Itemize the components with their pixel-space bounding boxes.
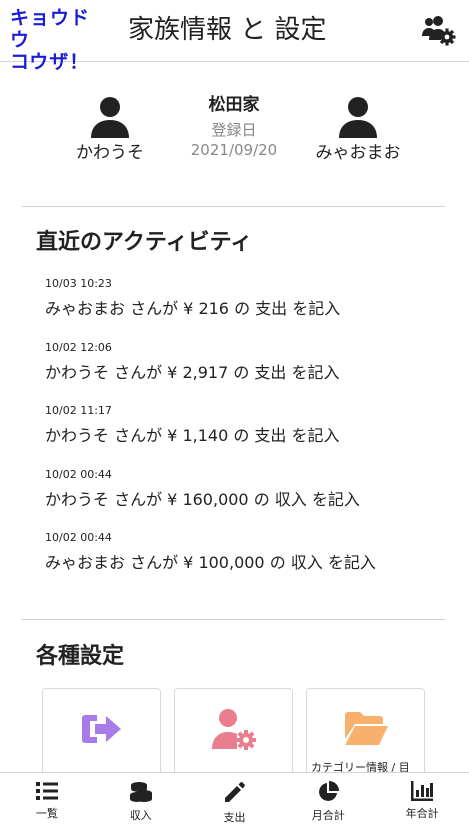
nav-item-expense[interactable]: 支出	[188, 773, 282, 833]
user-icon	[91, 97, 129, 138]
nav-item-monthly-total[interactable]: 月合計	[281, 773, 375, 833]
nav-label: 収入	[129, 809, 152, 822]
nav-item-income[interactable]: 収入	[94, 773, 188, 833]
activity-text: みゃおまお さんが ¥ 216 の 支出 を記入	[45, 299, 341, 318]
nav-label: 月合計	[311, 809, 345, 822]
users-gear-icon	[422, 16, 456, 46]
activity-title: 直近のアクティビティ	[36, 230, 253, 255]
activity-text: かわうそ さんが ¥ 160,000 の 収入 を記入	[45, 489, 360, 509]
bar-chart-icon	[411, 781, 434, 801]
activity-time: 10/02 12:06	[45, 340, 112, 354]
list-item: 10/02 00:44 かわうそ さんが ¥ 160,000 の 収入 を記入	[45, 467, 445, 531]
family-member[interactable]: みゃおまお	[303, 96, 413, 164]
list-icon	[35, 782, 58, 800]
member-name: かわうそ	[76, 143, 144, 163]
settings-cards: カテゴリー情報 / 目	[42, 688, 426, 788]
activity-text: みゃおまお さんが ¥ 100,000 の 収入 を記入	[45, 553, 376, 572]
list-item: 10/03 10:23 みゃおまお さんが ¥ 216 の 支出 を記入	[45, 276, 445, 340]
coins-icon	[129, 782, 152, 802]
sign-out-icon	[82, 715, 121, 743]
activity-text: かわうそ さんが ¥ 1,140 の 支出 を記入	[45, 426, 340, 445]
logo-line-1: キョウドウ	[10, 7, 91, 51]
divider	[22, 619, 445, 620]
list-item: 10/02 11:17 かわうそ さんが ¥ 1,140 の 支出 を記入	[45, 403, 445, 467]
pencil-icon	[225, 782, 246, 802]
pie-chart-icon	[319, 781, 340, 801]
app-logo[interactable]: キョウドウ コウザ！	[10, 7, 102, 73]
user-icon	[339, 97, 377, 138]
activity-text: かわうそ さんが ¥ 2,917 の 支出 を記入	[45, 362, 340, 382]
nav-label: 一覧	[35, 807, 58, 820]
folder-open-icon	[345, 712, 388, 745]
activity-time: 10/02 00:44	[45, 467, 112, 481]
activity-time: 10/02 00:44	[45, 531, 112, 544]
family-name: 松田家	[208, 95, 260, 115]
family-summary: 松田家 登録日 2021/09/20	[164, 94, 304, 160]
app-header: キョウドウ コウザ！ 家族情報 と 設定	[0, 0, 469, 73]
page-title: 家族情報 と 設定	[128, 15, 327, 45]
list-item: 10/02 00:44 みゃおまお さんが ¥ 100,000 の 収入 を記入	[45, 530, 445, 594]
nav-label: 支出	[223, 811, 246, 824]
user-gear-icon	[212, 709, 256, 750]
registered-date: 2021/09/20	[190, 141, 278, 159]
bottom-nav: 一覧 収入 支出 月合計 年合計	[0, 772, 469, 833]
activity-time: 10/03 10:23	[45, 277, 112, 290]
divider	[22, 206, 445, 207]
registered-label: 登録日	[211, 121, 257, 139]
settings-title: 各種設定	[36, 644, 125, 669]
activity-time: 10/02 11:17	[45, 404, 112, 417]
nav-label: 年合計	[405, 807, 439, 820]
activity-list: 10/03 10:23 みゃおまお さんが ¥ 216 の 支出 を記入 10/…	[45, 276, 445, 594]
nav-item-list[interactable]: 一覧	[0, 773, 94, 833]
nav-item-yearly-total[interactable]: 年合計	[375, 773, 469, 833]
family-settings-button[interactable]	[420, 14, 456, 46]
family-member[interactable]: かわうそ	[55, 96, 165, 164]
member-name: みゃおまお	[315, 143, 401, 163]
list-item: 10/02 12:06 かわうそ さんが ¥ 2,917 の 支出 を記入	[45, 340, 445, 404]
family-info: かわうそ 松田家 登録日 2021/09/20 みゃおまお	[0, 62, 469, 207]
